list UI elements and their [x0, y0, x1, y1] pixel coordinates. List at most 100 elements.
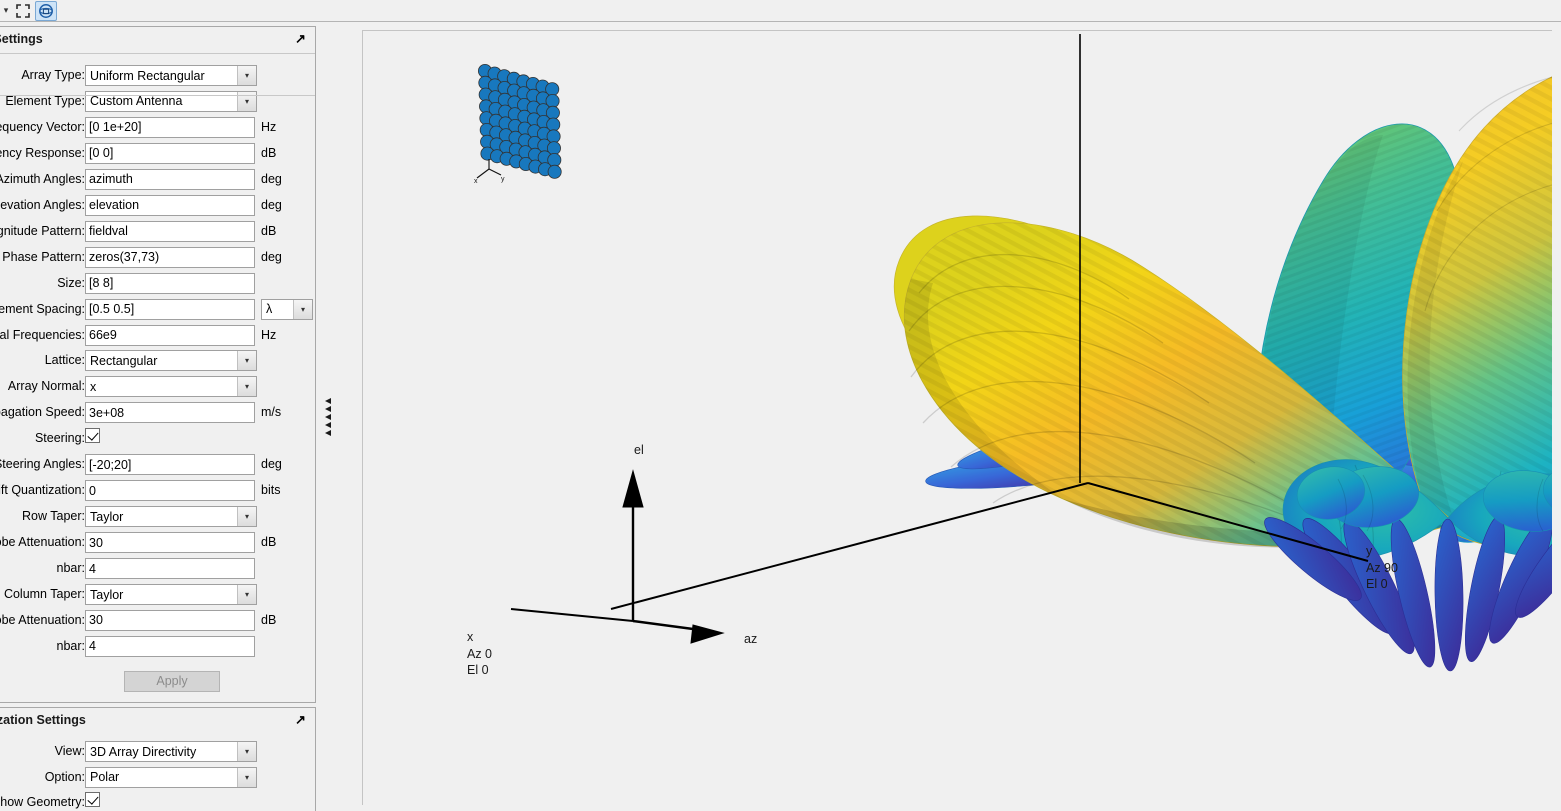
chevron-down-icon[interactable]: ▾ [237, 585, 256, 604]
shift-quantization-input[interactable] [85, 480, 255, 502]
section-divider [0, 95, 315, 96]
label-signal-frequencies: Signal Frequencies: [0, 327, 85, 342]
unit-azimuth-angles: deg [261, 171, 282, 186]
chevron-down-icon[interactable]: ▾ [237, 507, 256, 527]
array-normal-select[interactable]: x ▾ [85, 376, 257, 398]
unit-propagation-speed: m/s [261, 405, 282, 420]
label-frequency-vector: Frequency Vector: [0, 119, 85, 134]
chevron-down-icon[interactable]: ▾ [237, 351, 256, 371]
column-taper-value: Taylor [90, 587, 124, 602]
undock-icon[interactable]: ↗ [295, 32, 307, 45]
apply-button[interactable]: Apply [124, 670, 220, 692]
label-elevation-angles: Elevation Angles: [0, 197, 85, 212]
y-axis-reference-label: y Az 90 El 0 [1366, 544, 1398, 591]
column-sidelobe-attenuation-input[interactable] [85, 609, 255, 631]
steering-angles-input[interactable] [85, 454, 255, 476]
lattice-select[interactable]: Rectangular ▾ [85, 350, 257, 372]
show-geometry-checkbox[interactable] [85, 792, 100, 807]
row-sidelobe-attenuation-input[interactable] [85, 532, 255, 554]
option-value: Polar [90, 770, 120, 784]
label-column-sidelobe-attenuation: delobe Attenuation: [0, 612, 85, 627]
element-spacing-unit-select[interactable]: λ ▾ [261, 298, 313, 320]
signal-frequencies-input[interactable] [85, 324, 255, 346]
unit-phase-pattern: deg [261, 249, 282, 264]
array-geometry-inset: x y [474, 64, 562, 184]
label-column-nbar: nbar: [56, 638, 86, 653]
frequency-response-input[interactable] [85, 142, 255, 164]
lattice-value: Rectangular [90, 353, 158, 368]
label-view: View: [54, 744, 85, 758]
unit-row-sidelobe-attenuation: dB [261, 535, 277, 550]
label-column-taper: Column Taper: [3, 587, 85, 601]
label-steering-angles: Steering Angles: [0, 457, 85, 472]
collapse-arrows-icon[interactable] [325, 397, 331, 436]
frequency-vector-input[interactable] [85, 116, 255, 138]
label-array-type: Array Type: [21, 68, 85, 82]
toolbar: ▾ [0, 0, 1561, 22]
label-option: Option: [44, 769, 85, 784]
label-row-taper: Row Taper: [22, 509, 85, 524]
array-elements-group [478, 64, 562, 179]
label-frequency-response: quency Response: [0, 145, 85, 160]
azimuth-angles-input[interactable] [85, 168, 255, 190]
label-steering: Steering: [34, 431, 85, 446]
chevron-down-icon[interactable]: ▾ [237, 742, 256, 761]
element-spacing-input[interactable] [85, 298, 255, 320]
az-axis-label: az [744, 632, 758, 646]
unit-column-sidelobe-attenuation: dB [261, 612, 277, 627]
label-size: Size: [57, 275, 85, 290]
directivity-plot-area[interactable]: x y el az x Az 0 El 0 y Az 90 El 0 [362, 30, 1552, 805]
toolbar-overflow-caret[interactable]: ▾ [1, 6, 11, 15]
label-magnitude-pattern: Magnitude Pattern: [0, 223, 85, 238]
chevron-down-icon[interactable]: ▾ [237, 767, 256, 787]
unit-signal-frequencies: Hz [261, 327, 277, 342]
view-select[interactable]: 3D Array Directivity ▾ [85, 741, 257, 762]
phase-pattern-input[interactable] [85, 246, 255, 268]
array-type-value: Uniform Rectangular [90, 68, 205, 83]
magnitude-pattern-input[interactable] [85, 220, 255, 242]
element-spacing-unit-value: λ [266, 302, 273, 317]
column-nbar-input[interactable] [85, 635, 255, 657]
geometry-y-label: y [501, 176, 505, 183]
propagation-speed-input[interactable] [85, 402, 255, 424]
undock-icon[interactable]: ↗ [295, 713, 307, 726]
array-settings-header: y Settings ↗ [0, 27, 315, 53]
label-shift-quantization: Shift Quantization: [0, 483, 85, 498]
element-type-value: Custom Antenna [90, 94, 183, 109]
panel-splitter-handle[interactable] [318, 22, 338, 811]
array-settings-title: y Settings [0, 32, 43, 46]
maximize-icon[interactable] [12, 1, 34, 21]
label-phase-pattern: Phase Pattern: [2, 249, 85, 264]
unit-steering-angles: deg [261, 457, 282, 472]
chevron-down-icon[interactable]: ▾ [293, 299, 312, 319]
collapse-arrow-icon [325, 397, 331, 404]
label-row-nbar: nbar: [56, 561, 86, 576]
column-taper-select[interactable]: Taylor ▾ [85, 584, 257, 605]
elevation-angles-input[interactable] [85, 194, 255, 216]
rotate-3d-icon[interactable] [35, 0, 57, 21]
option-select[interactable]: Polar ▾ [85, 766, 257, 788]
array-normal-value: x [90, 379, 97, 394]
label-lattice: Lattice: [44, 353, 85, 368]
chevron-down-icon[interactable]: ▾ [237, 377, 256, 397]
view-value: 3D Array Directivity [90, 744, 197, 759]
array-element [547, 164, 562, 179]
label-propagation-speed: Propagation Speed: [0, 405, 85, 420]
array-settings-panel: y Settings ↗ Array Type:Uniform Rectangu… [0, 26, 316, 703]
x-axis-reference-label: x Az 0 El 0 [467, 630, 493, 677]
size-input[interactable] [85, 272, 255, 294]
geometry-x-label: x [474, 178, 478, 184]
label-array-normal: Array Normal: [7, 379, 85, 394]
row-taper-select[interactable]: Taylor ▾ [85, 506, 257, 528]
row-nbar-input[interactable] [85, 558, 255, 580]
unit-frequency-response: dB [261, 145, 277, 160]
settings-column: y Settings ↗ Array Type:Uniform Rectangu… [0, 22, 316, 811]
collapse-arrow-icon [325, 421, 331, 428]
chevron-down-icon[interactable]: ▾ [237, 66, 256, 85]
el-axis-label: el [634, 443, 644, 457]
steering-checkbox[interactable] [85, 428, 100, 444]
array-type-select[interactable]: Uniform Rectangular ▾ [85, 65, 257, 86]
unit-magnitude-pattern: dB [261, 223, 277, 238]
sensor-array-analyzer-window: ▾ y Settings ↗ Array Type:Uniform Rectan… [0, 0, 1561, 811]
visualization-settings-header: alization Settings ↗ [0, 708, 315, 734]
